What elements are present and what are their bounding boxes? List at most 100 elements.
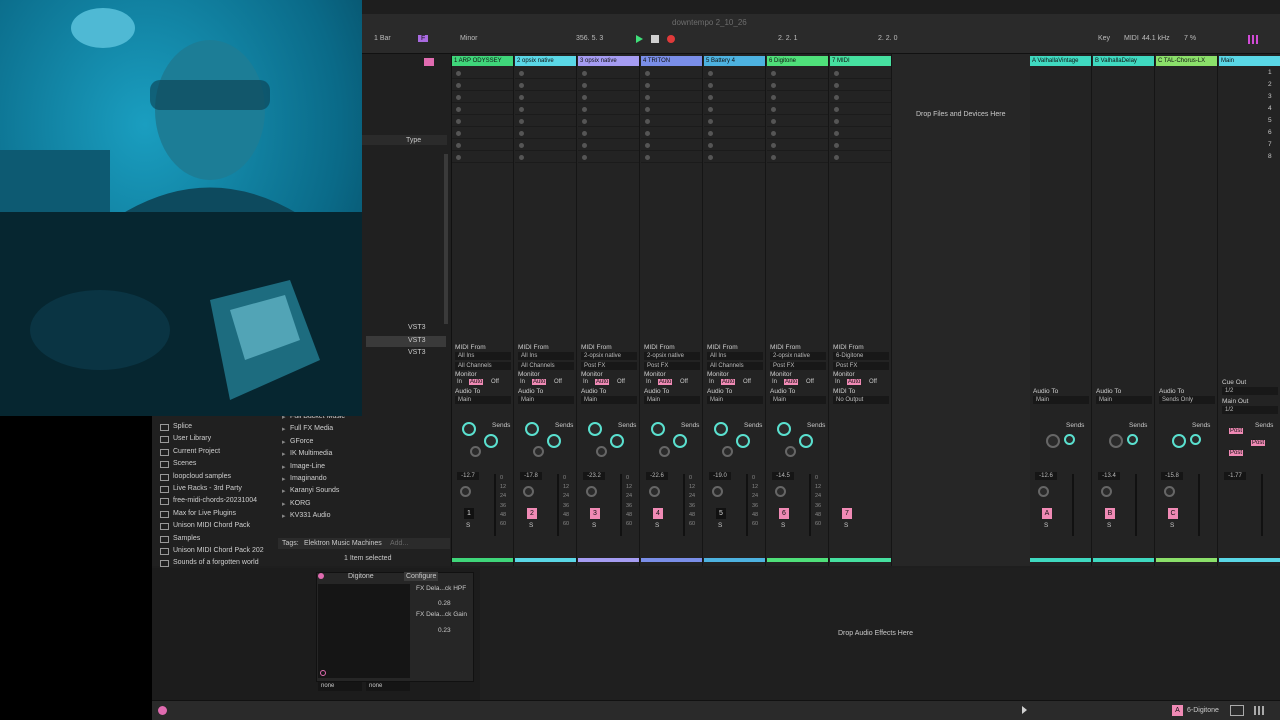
- track-title[interactable]: 3 opsix native: [578, 56, 639, 66]
- output-selector[interactable]: Main: [707, 396, 763, 404]
- browser-scrollbar[interactable]: [444, 154, 448, 324]
- format-item[interactable]: VST3: [408, 337, 426, 344]
- clip-slot[interactable]: [578, 140, 639, 151]
- midi-from-selector[interactable]: All Ins: [518, 352, 574, 360]
- solo-button[interactable]: S: [655, 522, 659, 529]
- send-b-knob[interactable]: [1064, 434, 1075, 445]
- device-record-icon[interactable]: [320, 670, 326, 676]
- monitor-in-button[interactable]: In: [457, 379, 462, 385]
- clip-slot[interactable]: [704, 92, 765, 103]
- post-button[interactable]: Post: [1251, 440, 1266, 446]
- pan-knob[interactable]: [712, 486, 723, 497]
- channel-selector[interactable]: Post FX: [644, 362, 700, 370]
- track-title[interactable]: A ValhallaVintage: [1030, 56, 1091, 66]
- monitor-off-button[interactable]: Off: [617, 379, 625, 385]
- loop-start[interactable]: 2. 2. 1: [778, 35, 797, 42]
- clip-slot[interactable]: [641, 140, 702, 151]
- clip-slot[interactable]: [767, 104, 828, 115]
- scene-number[interactable]: 8: [1268, 153, 1272, 160]
- send-a-knob[interactable]: [1046, 434, 1060, 448]
- send-a-knob[interactable]: [525, 422, 539, 436]
- drop-zone[interactable]: [892, 54, 1030, 566]
- place-item[interactable]: Live Racks - 3rd Party: [160, 484, 278, 495]
- output-selector[interactable]: Main: [581, 396, 637, 404]
- clip-slot[interactable]: [578, 128, 639, 139]
- midi-from-selector[interactable]: All Ins: [455, 352, 511, 360]
- preset-selector-2[interactable]: none: [366, 682, 410, 691]
- send-a-knob[interactable]: [1109, 434, 1123, 448]
- send-b-knob[interactable]: [610, 434, 624, 448]
- main-out-selector[interactable]: 1/2: [1222, 406, 1278, 414]
- track-title[interactable]: 2 opsix native: [515, 56, 576, 66]
- monitor-auto-button[interactable]: Auto: [658, 379, 673, 385]
- channel-selector[interactable]: Post FX: [581, 362, 637, 370]
- clip-slot[interactable]: [515, 92, 576, 103]
- send-c-knob[interactable]: [722, 446, 733, 457]
- return-activator-button[interactable]: B: [1105, 508, 1115, 519]
- clip-slot[interactable]: [452, 116, 513, 127]
- channel-selector[interactable]: All Channels: [455, 362, 511, 370]
- midi-from-selector[interactable]: 2-opsix native: [644, 352, 700, 360]
- place-item[interactable]: Current Project: [160, 447, 278, 458]
- pan-knob[interactable]: [649, 486, 660, 497]
- send-c-knob[interactable]: [785, 446, 796, 457]
- record-icon[interactable]: [667, 35, 675, 43]
- clip-slot[interactable]: [767, 140, 828, 151]
- param1-value[interactable]: 0.28: [438, 600, 451, 607]
- track-activator-button[interactable]: 3: [590, 508, 600, 519]
- clip-slot[interactable]: [452, 128, 513, 139]
- info-icon[interactable]: [158, 706, 167, 715]
- output-selector[interactable]: Main: [518, 396, 574, 404]
- post-button[interactable]: Post: [1229, 450, 1244, 456]
- tags-value[interactable]: Elektron Music Machines: [304, 540, 382, 547]
- configure-button[interactable]: Configure: [404, 572, 439, 581]
- send-b-knob[interactable]: [484, 434, 498, 448]
- clip-slot[interactable]: [452, 140, 513, 151]
- clip-slot[interactable]: [452, 92, 513, 103]
- clip-slot[interactable]: [767, 80, 828, 91]
- place-item[interactable]: free-midi-chords-20231004: [160, 496, 278, 507]
- place-item[interactable]: Max for Live Plugins: [160, 509, 278, 520]
- clip-slot[interactable]: [767, 128, 828, 139]
- solo-button[interactable]: S: [781, 522, 785, 529]
- monitor-in-button[interactable]: In: [772, 379, 777, 385]
- midi-from-selector[interactable]: All Ins: [707, 352, 763, 360]
- clip-slot[interactable]: [704, 140, 765, 151]
- clip-slot[interactable]: [578, 104, 639, 115]
- expand-arrow-icon[interactable]: ▸: [282, 438, 286, 446]
- format-item[interactable]: VST3: [408, 324, 426, 331]
- monitor-auto-button[interactable]: Auto: [784, 379, 799, 385]
- clip-slot[interactable]: [641, 128, 702, 139]
- volume-readout[interactable]: -12.7: [457, 472, 479, 480]
- scene-number[interactable]: 2: [1268, 81, 1272, 88]
- clip-slot[interactable]: [767, 152, 828, 163]
- track-activator-button[interactable]: 1: [464, 508, 474, 519]
- clip-slot[interactable]: [641, 152, 702, 163]
- monitor-off-button[interactable]: Off: [806, 379, 814, 385]
- place-item[interactable]: Samples: [160, 534, 278, 545]
- send-a-knob[interactable]: [588, 422, 602, 436]
- monitor-off-button[interactable]: Off: [743, 379, 751, 385]
- clip-slot[interactable]: [704, 128, 765, 139]
- monitor-auto-button[interactable]: Auto: [532, 379, 547, 385]
- arrangement-position[interactable]: 356. 5. 3: [576, 35, 603, 42]
- expand-arrow-icon[interactable]: ▸: [282, 487, 286, 495]
- clip-slot[interactable]: [830, 116, 891, 127]
- expand-arrow-icon[interactable]: ▸: [282, 425, 286, 433]
- plugin-vendor-item[interactable]: ▸ IK Multimedia: [282, 449, 422, 460]
- monitor-auto-button[interactable]: Auto: [595, 379, 610, 385]
- send-b-knob[interactable]: [547, 434, 561, 448]
- midi-map-button[interactable]: MIDI: [1124, 35, 1139, 42]
- place-item[interactable]: Unison MIDI Chord Pack 202: [160, 546, 278, 557]
- play-icon[interactable]: [636, 35, 643, 43]
- solo-button[interactable]: S: [592, 522, 596, 529]
- mixer-icon[interactable]: [1254, 706, 1265, 715]
- clip-slot[interactable]: [578, 68, 639, 79]
- monitor-auto-button[interactable]: Auto: [847, 379, 862, 385]
- cue-out-selector[interactable]: 1/2: [1222, 387, 1278, 395]
- track-activator-button[interactable]: 2: [527, 508, 537, 519]
- send-c-knob[interactable]: [596, 446, 607, 457]
- type-column-header[interactable]: Type: [406, 137, 421, 144]
- clip-slot[interactable]: [452, 152, 513, 163]
- volume-readout[interactable]: -12.6: [1035, 472, 1057, 480]
